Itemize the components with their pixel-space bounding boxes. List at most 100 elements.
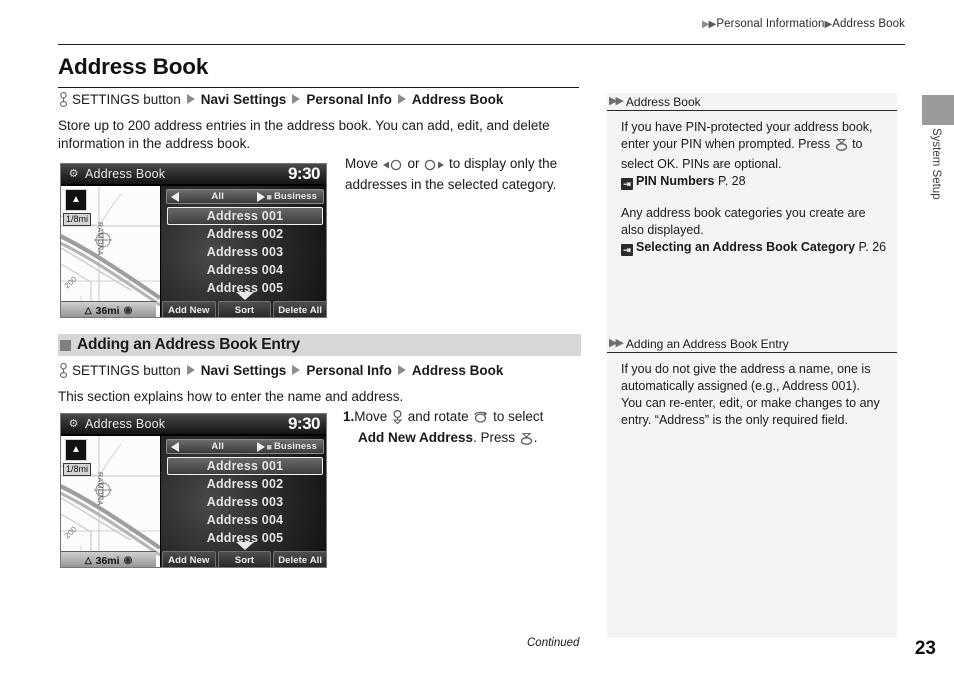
list-item[interactable]: Address 001	[167, 457, 323, 475]
north-indicator-icon: ▲	[65, 189, 87, 211]
gear-icon-2: ⚙	[68, 418, 79, 430]
add-new-button[interactable]: Add New	[162, 301, 216, 317]
sort-button-2[interactable]: Sort	[217, 551, 272, 567]
list-item[interactable]: Address 004	[167, 261, 323, 279]
scale-caret-icon-2: △	[84, 555, 92, 565]
breadcrumb-segment-2: Address Book	[832, 18, 905, 30]
reference-page-2: P. 26	[858, 240, 887, 254]
nav-list-panel-2: All ■ Business Address 001 Address 002 A…	[160, 436, 326, 567]
address-list-2: Address 001 Address 002 Address 003 Addr…	[167, 457, 323, 547]
map-street-label-2: RAMONA	[96, 472, 103, 506]
gps-icon: ◉	[123, 305, 133, 316]
step-part-d: . Press	[473, 429, 519, 445]
path-arrow-icon-6	[397, 365, 406, 375]
sidebar-reference-category[interactable]: ⇥ Selecting an Address Book Category P. 2…	[621, 239, 886, 256]
section-heading-label: Adding an Address Book Entry	[77, 336, 300, 353]
step-number: 1.	[343, 409, 355, 424]
path-step-navi-settings-2: Navi Settings	[200, 363, 287, 378]
callout-note-1: Move or to display only the addresses in…	[345, 155, 575, 193]
list-item[interactable]: Address 001	[167, 207, 323, 225]
settings-button-label-2: SETTINGS button	[72, 363, 181, 378]
path-step-address-book: Address Book	[411, 92, 504, 107]
settings-button-label: SETTINGS button	[72, 92, 181, 107]
nav-screenshot-address-book-1: ⚙ Address Book 9:30 ▲ 1/8mi RAMONA 200 △…	[60, 163, 327, 318]
path-step-personal-info-2: Personal Info	[306, 363, 392, 378]
category-next-icon-2[interactable]	[256, 441, 265, 452]
nav-clock: 9:30	[287, 164, 321, 183]
sidebar-section-heading-2: ▶▶ Adding an Address Book Entry	[607, 335, 897, 353]
enter-button-icon	[834, 138, 849, 156]
header-divider	[58, 44, 905, 45]
category-current-2: All	[211, 441, 225, 452]
sidebar-paragraph-3: If you do not give the address a name, o…	[621, 362, 880, 427]
manual-page: ▶▶ Personal Information ▶ Address Book Addr…	[0, 0, 954, 674]
sort-button[interactable]: Sort	[217, 301, 272, 317]
nav-screen-title-2: Address Book	[85, 417, 166, 431]
section-bullet-icon	[60, 339, 71, 351]
map-zoom-label-2: 1/8mi	[63, 463, 92, 476]
category-selector-2[interactable]: All ■ Business	[166, 439, 324, 454]
scroll-down-icon-2[interactable]	[235, 542, 254, 550]
breadcrumb: ▶▶Personal Information▶Address Book	[58, 18, 905, 30]
step-line-2: Add New Address. Press .	[343, 429, 578, 450]
callout-step-1: 1.Move and rotate to select Add New Addr…	[343, 408, 578, 449]
step-part-b: and rotate	[404, 409, 473, 424]
sidebar-reference-pin-numbers[interactable]: ⇥ PIN Numbers P. 28	[621, 173, 883, 190]
category-next-label-2: Business	[273, 441, 317, 452]
category-next-icon[interactable]	[256, 191, 265, 202]
category-prev-icon-2[interactable]	[171, 441, 179, 452]
section-tab-marker	[922, 95, 954, 125]
step-part-c: to select	[489, 409, 544, 424]
nav-path-primary: SETTINGS button Navi Settings Personal Inf…	[58, 91, 504, 107]
reference-page-1: P. 28	[717, 174, 746, 188]
sidebar-section-heading-1: ▶▶ Address Book	[607, 93, 897, 111]
map-scale-value: 36mi	[95, 304, 120, 317]
joystick-move-icon	[391, 409, 404, 429]
category-prev-icon[interactable]	[171, 191, 179, 202]
reference-arrow-icon: ⇥	[621, 178, 633, 190]
map-scale-value-2: 36mi	[95, 554, 120, 567]
list-item[interactable]: Address 003	[167, 493, 323, 511]
sidebar-body-2: If you do not give the address a name, o…	[607, 353, 897, 433]
delete-all-button-2[interactable]: Delete All	[273, 551, 326, 567]
list-item[interactable]: Address 004	[167, 511, 323, 529]
category-selector[interactable]: All ■ Business	[166, 189, 324, 204]
north-indicator-icon-2: ▲	[65, 439, 87, 461]
sidebar-paragraph-1: If you have PIN-protected your address b…	[621, 119, 883, 173]
path-step-personal-info: Personal Info	[306, 92, 392, 107]
scroll-down-icon[interactable]	[235, 292, 254, 300]
title-divider	[58, 87, 579, 88]
path-step-navi-settings: Navi Settings	[200, 92, 287, 107]
sidebar-section-adding-entry: ▶▶ Adding an Address Book Entry If you d…	[607, 335, 897, 433]
business-folder-icon-2: ■	[266, 441, 272, 452]
continued-label: Continued	[527, 637, 580, 649]
nav-path-secondary: SETTINGS button Navi Settings Personal Inf…	[58, 362, 504, 378]
page-title: Address Book	[58, 54, 209, 79]
sidebar-heading-label-1: Address Book	[625, 94, 701, 109]
nav-titlebar: ⚙ Address Book 9:30	[61, 164, 326, 185]
path-arrow-icon-2	[292, 94, 301, 104]
list-item[interactable]: Address 002	[167, 225, 323, 243]
nav-screenshot-address-book-2: ⚙ Address Book 9:30 ▲ 1/8mi RAMONA 200 △…	[60, 413, 327, 568]
delete-all-button[interactable]: Delete All	[273, 301, 326, 317]
joystick-left-icon	[382, 158, 404, 176]
add-new-button-2[interactable]: Add New	[162, 551, 216, 567]
page-number: 23	[914, 638, 936, 659]
sidebar-heading-label-2: Adding an Address Book Entry	[625, 336, 789, 351]
list-item[interactable]: Address 003	[167, 243, 323, 261]
note-1-part-a: Move	[345, 156, 382, 171]
path-arrow-icon-3	[397, 94, 406, 104]
path-step-address-book-2: Address Book	[411, 363, 504, 378]
side-reference-panel: ▶▶ Address Book If you have PIN-protecte…	[607, 93, 897, 638]
sidebar-section-address-book: ▶▶ Address Book If you have PIN-protecte…	[607, 93, 897, 260]
nav-screen-title: Address Book	[85, 167, 166, 181]
list-item[interactable]: Address 002	[167, 475, 323, 493]
nav-list-panel: All ■ Business Address 001 Address 002 A…	[160, 186, 326, 317]
step-target-label: Add New Address	[358, 429, 474, 445]
sidebar-body-1: If you have PIN-protected your address b…	[607, 111, 897, 260]
joystick-press-icon	[519, 432, 534, 450]
reference-arrow-icon-2: ⇥	[621, 244, 633, 256]
path-arrow-icon-5	[292, 365, 301, 375]
nav-titlebar-2: ⚙ Address Book 9:30	[61, 414, 326, 435]
